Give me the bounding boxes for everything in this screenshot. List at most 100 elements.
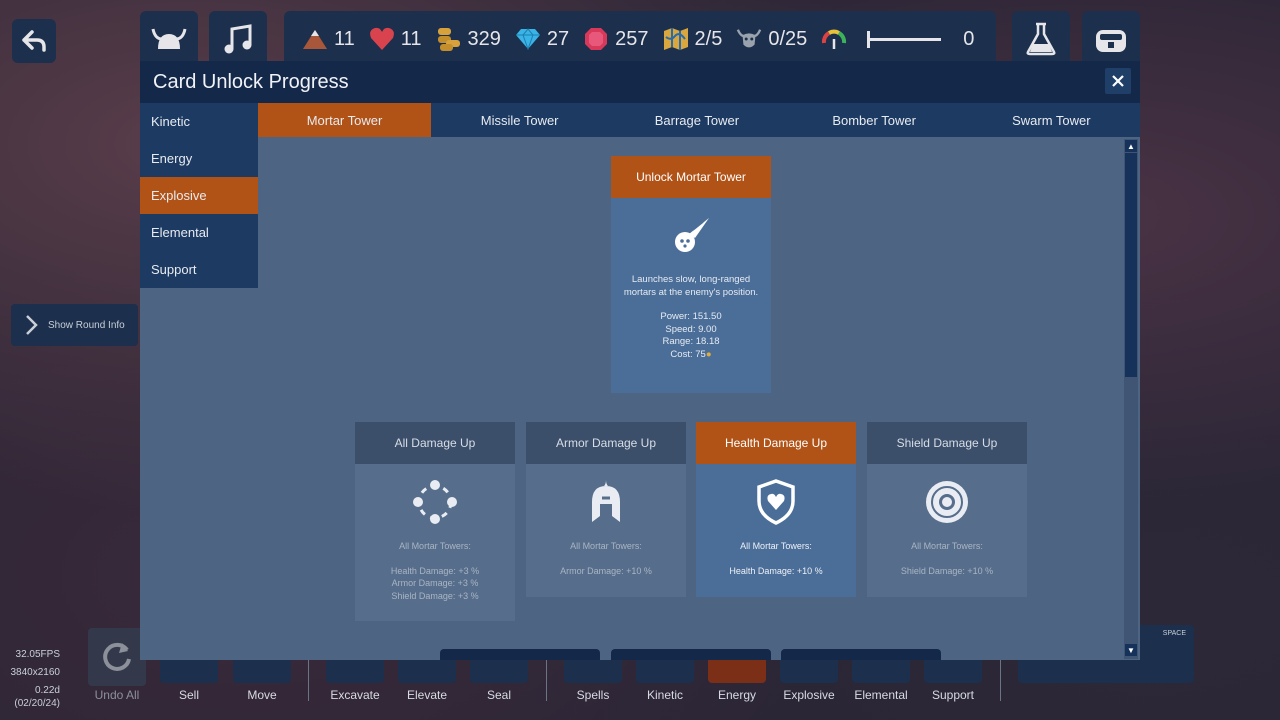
chest-icon: [1096, 30, 1126, 52]
back-arrow-icon: [22, 30, 46, 52]
undo-all-button[interactable]: [88, 628, 146, 686]
upgrade-subtitle: All Mortar Towers:: [740, 541, 812, 551]
upgrade-body: All Mortar Towers: Armor Damage: +10 %: [526, 540, 686, 591]
space-key-label: SPACE: [1162, 630, 1186, 637]
next-row-card: [611, 649, 771, 660]
upgrade-line: Armor Damage: +3 %: [391, 578, 479, 588]
gauge-icon: [821, 26, 847, 52]
category-support[interactable]: Support: [140, 251, 258, 288]
card-cost-value: Cost: 75: [670, 348, 706, 360]
slider-track[interactable]: [867, 30, 942, 48]
upgrade-line: Armor Damage: +10 %: [560, 565, 652, 576]
round-shield-icon: [867, 464, 1027, 540]
show-round-info-label: Show Round Info: [48, 319, 125, 331]
tab-bomber-tower[interactable]: Bomber Tower: [786, 103, 963, 137]
move-label: Move: [247, 688, 277, 702]
resource-coins: 329: [436, 26, 501, 52]
back-button[interactable]: [12, 19, 56, 63]
helmet-icon: [526, 464, 686, 540]
explosive-label: Explosive: [783, 688, 835, 702]
coins-icon: [436, 26, 462, 52]
scroll-down-arrow-icon[interactable]: ▼: [1125, 644, 1137, 656]
elevate-label: Elevate: [406, 688, 448, 702]
gem-icon: [583, 26, 609, 52]
resource-bar: 11 11 329 27 257 2/5 0/25 0: [284, 11, 996, 67]
upgrade-line: Health Damage: +3 %: [390, 565, 480, 576]
resource-maps: 2/5: [663, 26, 722, 52]
settings-button[interactable]: [1082, 11, 1140, 67]
category-list: Kinetic Energy Explosive Elemental Suppo…: [140, 103, 258, 288]
close-button[interactable]: [1105, 68, 1131, 94]
sell-label: Sell: [178, 688, 199, 702]
upgrade-title: All Damage Up: [355, 422, 515, 464]
unlock-card-header: Unlock Mortar Tower: [611, 156, 771, 198]
dots-circle-icon: [355, 464, 515, 540]
scrollbar[interactable]: ▲ ▼: [1124, 139, 1138, 659]
category-kinetic[interactable]: Kinetic: [140, 103, 258, 140]
upgrade-card-armor-damage[interactable]: Armor Damage Up All Mortar Towers: Armor…: [526, 422, 686, 597]
bottom-divider: [546, 655, 547, 701]
music-button[interactable]: [209, 11, 267, 67]
unlock-card-description: Launches slow, long-ranged mortars at th…: [623, 274, 759, 298]
flask-icon: [1026, 22, 1056, 56]
scroll-up-arrow-icon[interactable]: ▲: [1125, 140, 1137, 152]
game-speed-slider[interactable]: 0: [867, 28, 974, 51]
show-round-info-button[interactable]: Show Round Info: [11, 304, 138, 346]
refresh-icon: [103, 642, 131, 671]
elemental-label: Elemental: [854, 688, 908, 702]
upgrade-line: Shield Damage: +10 %: [900, 565, 994, 576]
upgrade-line: Health Damage: +10 %: [729, 565, 823, 576]
heart-icon: [369, 26, 395, 52]
upgrade-title: Armor Damage Up: [526, 422, 686, 464]
upgrade-body: All Mortar Towers: Health Damage: +3 % A…: [355, 540, 515, 616]
upgrade-line: Shield Damage: +3 %: [391, 590, 479, 601]
upgrade-card-health-damage[interactable]: Health Damage Up All Mortar Towers: Heal…: [696, 422, 856, 597]
coin-icon: ●: [705, 348, 712, 360]
viking-helmet-button[interactable]: [140, 11, 198, 67]
category-energy[interactable]: Energy: [140, 140, 258, 177]
version-date: (02/20/24): [14, 698, 60, 709]
seal-label: Seal: [486, 688, 512, 702]
tab-missile-tower[interactable]: Missile Tower: [431, 103, 608, 137]
undo-all-label: Undo All: [94, 688, 140, 702]
mortar-icon: [611, 198, 771, 274]
close-icon: [1112, 75, 1124, 87]
card-unlock-progress-modal: Card Unlock Progress Kinetic Energy Expl…: [140, 61, 1140, 660]
unlock-card[interactable]: Unlock Mortar Tower Launches slow, long-…: [611, 156, 771, 393]
research-button[interactable]: [1012, 11, 1070, 67]
resource-health: 11: [369, 26, 422, 52]
heart-shield-icon: [696, 464, 856, 540]
fps-readout: 32.05FPS: [15, 649, 60, 660]
scrollbar-thumb[interactable]: [1125, 153, 1137, 377]
music-note-icon: [224, 24, 252, 54]
map-icon: [663, 26, 689, 52]
category-explosive[interactable]: Explosive: [140, 177, 258, 214]
upgrade-card-all-damage[interactable]: All Damage Up All Mortar Towers: Health …: [355, 422, 515, 621]
upgrade-body: All Mortar Towers: Shield Damage: +10 %: [867, 540, 1027, 591]
excavate-label: Excavate: [330, 688, 380, 702]
tab-barrage-tower[interactable]: Barrage Tower: [608, 103, 785, 137]
slider-value: 0: [963, 27, 975, 50]
upgrade-title: Shield Damage Up: [867, 422, 1027, 464]
support-label: Support: [931, 688, 975, 702]
upgrade-subtitle: All Mortar Towers:: [570, 541, 642, 551]
upgrade-title: Health Damage Up: [696, 422, 856, 464]
tab-swarm-tower[interactable]: Swarm Tower: [963, 103, 1140, 137]
energy-label: Energy: [717, 688, 757, 702]
bottom-divider: [1000, 655, 1001, 701]
card-speed: Speed: 9.00: [665, 323, 717, 335]
resource-diamonds: 27: [515, 26, 569, 52]
monster-icon: [736, 26, 762, 52]
category-elemental[interactable]: Elemental: [140, 214, 258, 251]
next-row-card: [440, 649, 600, 660]
tab-mortar-tower[interactable]: Mortar Tower: [258, 103, 431, 137]
tower-tabs: Mortar Tower Missile Tower Barrage Tower…: [258, 103, 1140, 137]
bottom-divider: [308, 655, 309, 701]
resolution-readout: 3840x2160: [10, 667, 61, 678]
modal-title: Card Unlock Progress: [153, 70, 349, 93]
upgrade-card-shield-damage[interactable]: Shield Damage Up All Mortar Towers: Shie…: [867, 422, 1027, 597]
upgrade-subtitle: All Mortar Towers:: [399, 541, 471, 551]
mountain-icon: [302, 26, 328, 52]
resource-enemies: 0/25: [736, 26, 807, 52]
chevron-right-icon: [26, 315, 38, 335]
